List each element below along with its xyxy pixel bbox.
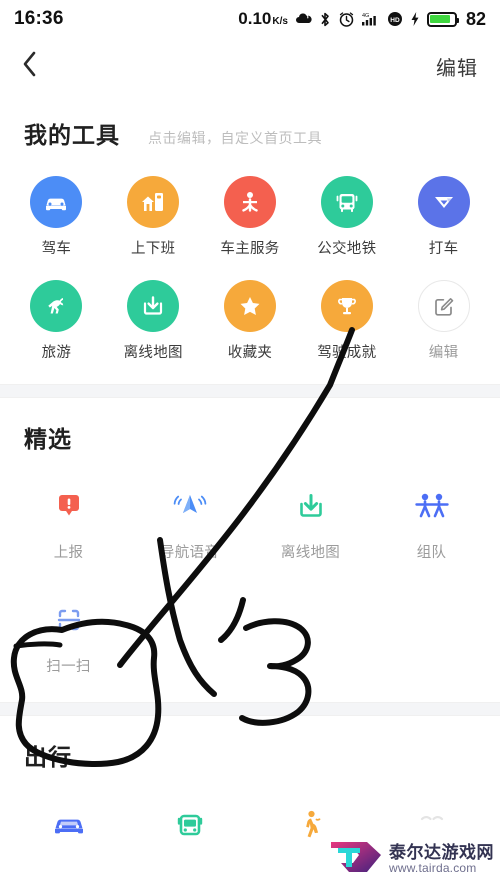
status-time: 16:36 (14, 8, 64, 29)
tool-item-owner-service[interactable]: 车主服务 (202, 166, 299, 270)
horse-travel-icon (30, 280, 83, 332)
featured-item-team[interactable]: 组队 (371, 470, 492, 574)
alarm-clock-icon (338, 11, 355, 28)
watermark: 泰尔达游戏网 www.tairda.com (327, 836, 494, 883)
team-group-icon (406, 480, 458, 532)
featured-label: 上报 (53, 545, 84, 561)
my-tools-section: 我的工具 点击编辑，自定义首页工具 驾车 上下班 车主服务 公交地铁 打车 旅游… (0, 94, 500, 384)
edit-pencil-icon (417, 280, 470, 332)
tool-item-drive[interactable]: 驾车 (8, 166, 105, 270)
featured-label: 离线地图 (280, 545, 341, 561)
back-button[interactable] (22, 50, 52, 83)
scan-row-filler (250, 584, 371, 688)
tool-label: 旅游 (41, 345, 72, 361)
travel-header: 出行 (0, 716, 500, 772)
network-speed: 0.10 K/s (238, 9, 288, 29)
watermark-text: 泰尔达游戏网 www.tairda.com (389, 843, 494, 876)
tool-label: 上下班 (130, 241, 176, 257)
scan-qr-icon (43, 594, 95, 646)
weather-icon (295, 12, 312, 27)
charging-bolt-icon (410, 11, 420, 27)
status-bar: 16:36 0.10 K/s 4G HD 82 (0, 0, 500, 38)
svg-text:HD: HD (390, 17, 400, 24)
report-alert-icon (43, 480, 95, 532)
star-icon (223, 280, 276, 332)
svg-text:4G: 4G (362, 13, 369, 19)
watermark-name: 泰尔达游戏网 (389, 842, 494, 862)
tool-label: 打车 (428, 241, 459, 257)
hd-icon: HD (387, 11, 403, 27)
car-owner-service-icon (223, 176, 276, 228)
featured-title: 精选 (24, 426, 72, 452)
featured-grid: 上报 导航语音 离线地图 组队 (0, 454, 500, 584)
tool-item-edit[interactable]: 编辑 (395, 270, 492, 374)
featured-label: 组队 (416, 545, 447, 561)
featured-item-nav-voice[interactable]: 导航语音 (129, 470, 250, 574)
battery-percent: 82 (465, 8, 486, 29)
tool-label: 车主服务 (220, 241, 280, 257)
featured-item-offline-map[interactable]: 离线地图 (250, 470, 371, 574)
tool-item-driving-achievement[interactable]: 驾驶成就 (298, 270, 395, 374)
trophy-icon (320, 280, 373, 332)
signal-4g-icon: 4G (361, 11, 380, 27)
bus-icon (320, 176, 373, 228)
bus-icon (164, 798, 216, 850)
network-speed-value: 0.10 (238, 9, 272, 28)
taxi-hail-icon (417, 176, 470, 228)
car-icon (30, 176, 83, 228)
tool-item-commute[interactable]: 上下班 (105, 166, 202, 270)
watermark-url: www.tairda.com (389, 861, 477, 876)
featured-scan-row: 扫一扫 (0, 584, 500, 702)
tool-label: 驾车 (41, 241, 72, 257)
tool-label: 编辑 (428, 345, 459, 361)
bluetooth-icon (319, 11, 331, 28)
nav-edit-button[interactable]: 编辑 (436, 52, 478, 81)
navigation-voice-icon (164, 480, 216, 532)
my-tools-title: 我的工具 (24, 122, 120, 148)
download-map-icon (285, 480, 337, 532)
featured-header: 精选 (0, 398, 500, 454)
nav-bar: 编辑 (0, 38, 500, 94)
featured-label: 导航语音 (159, 545, 220, 561)
featured-item-report[interactable]: 上报 (8, 470, 129, 574)
tairda-logo-icon (327, 836, 383, 883)
network-speed-unit: K/s (272, 16, 288, 27)
download-map-icon (127, 280, 180, 332)
my-tools-grid: 驾车 上下班 车主服务 公交地铁 打车 旅游 离线地图 收藏夹 驾驶成就 编辑 (0, 150, 500, 384)
featured-item-scan[interactable]: 扫一扫 (8, 584, 129, 688)
travel-item-car[interactable] (8, 788, 129, 871)
travel-title: 出行 (24, 744, 72, 770)
tool-item-favorites[interactable]: 收藏夹 (202, 270, 299, 374)
section-divider (0, 384, 500, 398)
my-tools-header: 我的工具 点击编辑，自定义首页工具 (0, 94, 500, 150)
tool-item-taxi[interactable]: 打车 (395, 166, 492, 270)
my-tools-hint: 点击编辑，自定义首页工具 (148, 130, 322, 146)
featured-label: 扫一扫 (46, 659, 91, 675)
battery-icon (426, 11, 459, 27)
section-divider (0, 702, 500, 716)
tool-label: 公交地铁 (317, 241, 377, 257)
scan-row-filler (129, 584, 250, 688)
travel-item-bus[interactable] (129, 788, 250, 871)
scan-row-filler (371, 584, 492, 688)
tool-label: 收藏夹 (227, 345, 273, 361)
tool-label: 离线地图 (123, 345, 183, 361)
status-icons: 0.10 K/s 4G HD 82 (238, 9, 486, 30)
home-work-icon (127, 176, 180, 228)
car-icon (43, 798, 95, 850)
tool-item-transit[interactable]: 公交地铁 (298, 166, 395, 270)
tool-label: 驾驶成就 (317, 345, 377, 361)
featured-section: 精选 上报 导航语音 离线地图 组队 扫一扫 (0, 398, 500, 702)
tool-item-offline-map[interactable]: 离线地图 (105, 270, 202, 374)
tool-item-travel[interactable]: 旅游 (8, 270, 105, 374)
